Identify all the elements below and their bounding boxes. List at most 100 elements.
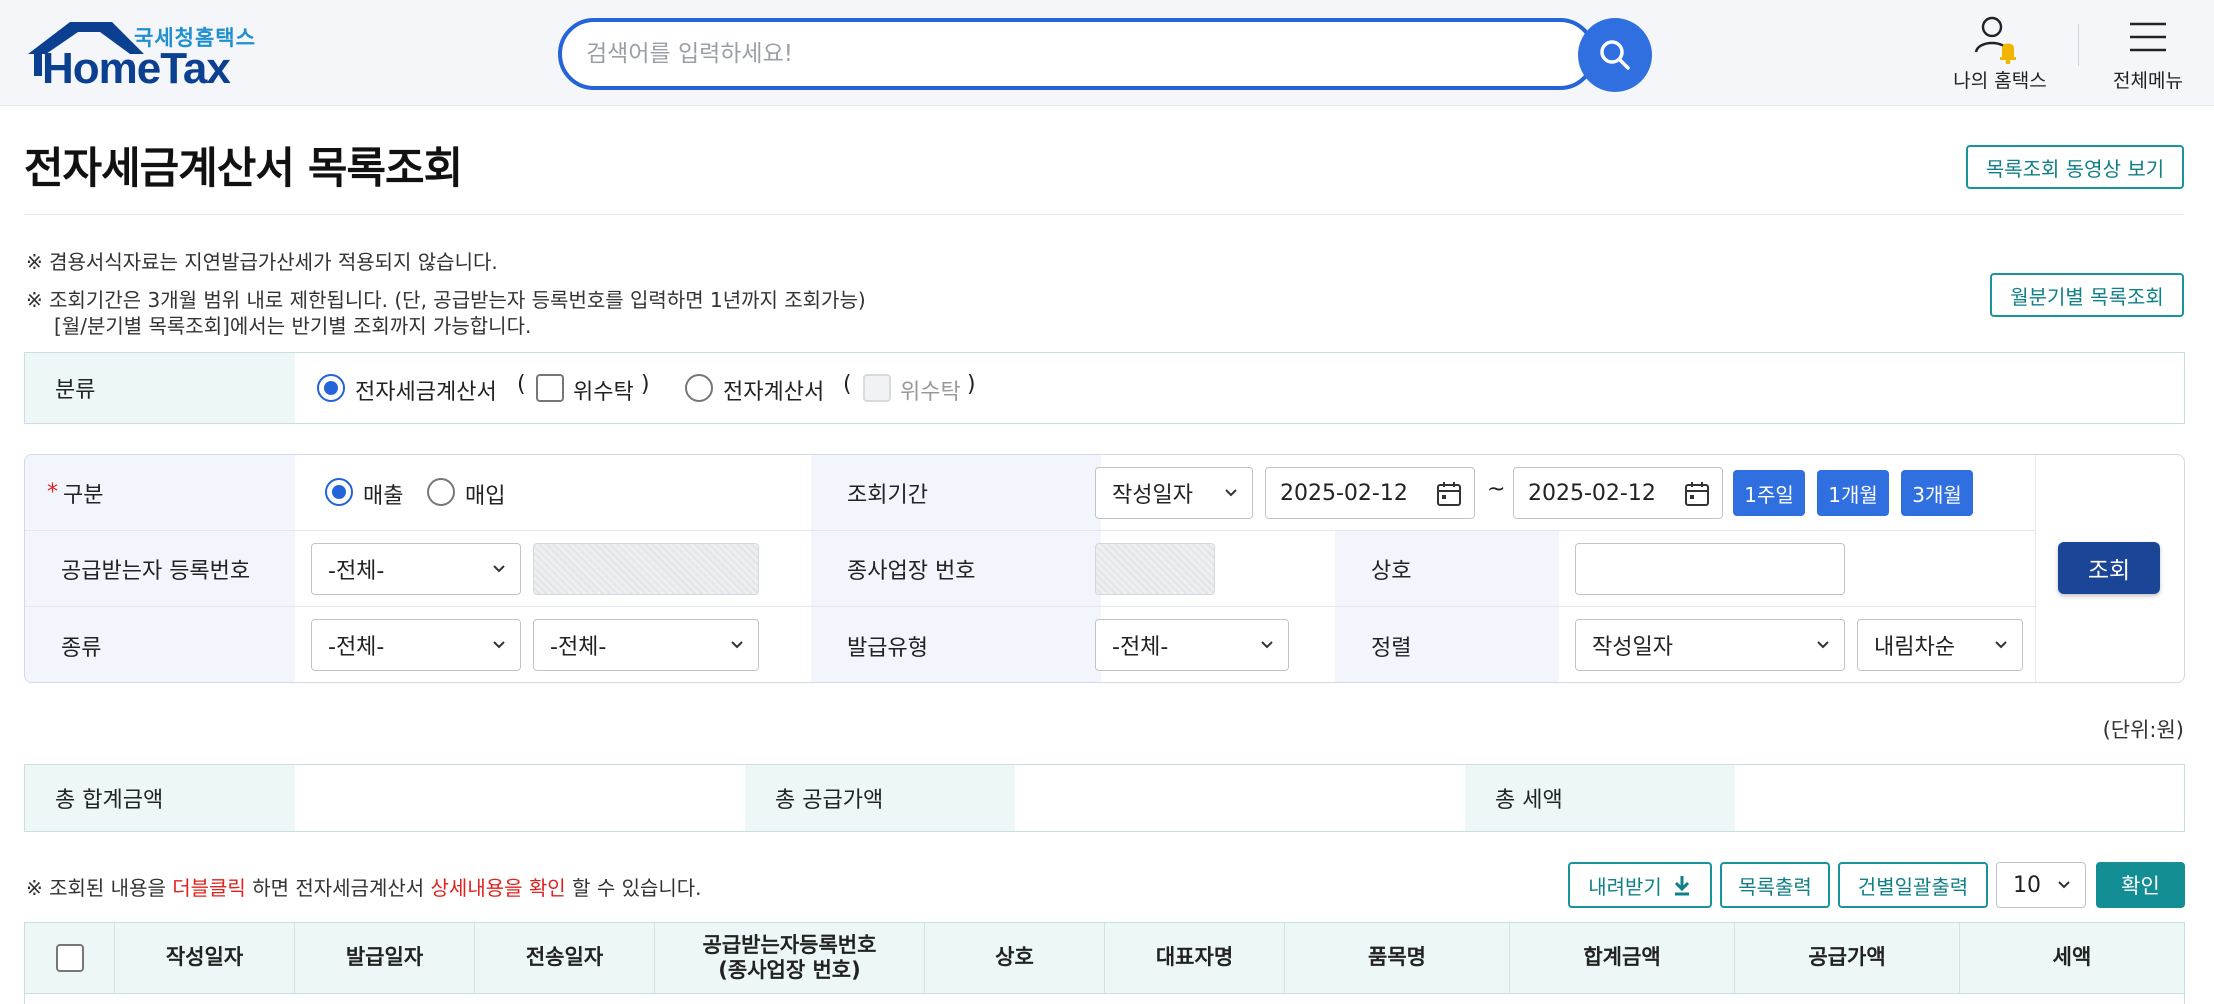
issue-type-select-value: -전체- [1112, 635, 1169, 660]
sort-by-select-value: 작성일자 [1592, 635, 1673, 660]
column-representative[interactable]: 대표자명 [1105, 923, 1285, 993]
print-each-button[interactable]: 건별일괄출력 [1838, 862, 1988, 908]
query-button[interactable]: 조회 [2058, 542, 2160, 594]
total-tax-label: 총 세액 [1465, 765, 1735, 831]
radio-e-invoice[interactable] [685, 374, 713, 402]
kind-select-2[interactable]: -전체- [533, 619, 759, 671]
date-from-field[interactable]: 2025-02-12 [1265, 467, 1475, 519]
paren-close-1: ) [641, 372, 650, 397]
select-all-checkbox[interactable] [55, 944, 84, 972]
download-icon [1674, 876, 1689, 896]
date-range-separator: ~ [1487, 477, 1506, 502]
notice-late-issue: ※ 겸용서식자료는 지연발급가산세가 적용되지 않습니다. [26, 250, 498, 274]
required-mark: * [47, 480, 58, 505]
radio-sales-label: 매출 [363, 484, 404, 509]
header-divider [2078, 24, 2079, 66]
column-supply-amount[interactable]: 공급가액 [1735, 923, 1960, 993]
radio-e-tax-invoice-label: 전자세금계산서 [355, 380, 497, 405]
total-tax-value [1735, 765, 2185, 831]
sort-label: 정렬 [1335, 607, 1559, 682]
column-issue-date[interactable]: 발급일자 [295, 923, 475, 993]
user-bell-icon [1974, 16, 2016, 64]
radio-e-tax-invoice[interactable] [317, 374, 345, 402]
hint-middle: 하면 전자세금계산서 [245, 876, 431, 900]
print-list-button[interactable]: 목록출력 [1720, 862, 1830, 908]
search-icon [1600, 40, 1630, 70]
grid-body-edge [2184, 994, 2185, 1004]
radio-purchase-label: 매입 [465, 484, 506, 509]
kind-select-2-value: -전체- [550, 635, 607, 660]
period-1month-button[interactable]: 1개월 [1817, 470, 1889, 516]
radio-sales[interactable] [325, 478, 353, 506]
period-basis-value: 작성일자 [1112, 483, 1193, 508]
hometax-logo[interactable]: 국세청홈택스 HomeTax [24, 18, 256, 93]
page-title: 전자세금계산서 목록조회 [24, 144, 463, 194]
kind-label: 종류 [25, 607, 295, 682]
column-company[interactable]: 상호 [925, 923, 1105, 993]
all-menu-label: 전체메뉴 [2113, 70, 2183, 92]
period-1week-button[interactable]: 1주일 [1733, 470, 1805, 516]
search-condition-panel: * 구분 매출 매입 조회기간 작성일자 2025-02-12 ~ 2025-0… [24, 454, 2185, 683]
sort-by-select[interactable]: 작성일자 [1575, 619, 1845, 671]
download-button[interactable]: 내려받기 [1568, 862, 1712, 908]
result-hint: ※ 조회된 내용을 더블클릭 하면 전자세금계산서 상세내용을 확인 할 수 있… [26, 872, 702, 901]
my-hometax-button[interactable]: 나의 홈택스 [1948, 14, 2052, 94]
notice-monthly: [월/분기별 목록조회]에서는 반기별 조회까지 가능합니다. [54, 314, 532, 338]
chevron-down-icon [731, 641, 743, 649]
page-size-value: 10 [2013, 872, 2041, 898]
buyer-reg-input-disabled [533, 543, 759, 595]
global-search-input[interactable] [586, 36, 1546, 72]
chevron-down-icon [1225, 489, 1237, 497]
unit-label: (단위:원) [2102, 718, 2184, 742]
column-divider [2035, 455, 2036, 682]
calendar-icon[interactable] [1436, 481, 1462, 507]
paren-open-2: ( [843, 372, 852, 397]
column-send-date[interactable]: 전송일자 [475, 923, 655, 993]
page-size-select[interactable]: 10 [1996, 862, 2086, 908]
radio-purchase[interactable] [427, 478, 455, 506]
hint-prefix: ※ 조회된 내용을 [26, 876, 173, 900]
global-search-box [558, 18, 1596, 90]
buyer-reg-select-value: -전체- [328, 559, 385, 584]
column-buyer-reg-line2: (종사업장 번호) [718, 958, 861, 982]
radio-e-invoice-label: 전자계산서 [723, 380, 825, 405]
my-hometax-label: 나의 홈택스 [1953, 70, 2047, 92]
branch-number-label: 종사업장 번호 [811, 531, 1101, 606]
period-3month-button[interactable]: 3개월 [1901, 470, 1973, 516]
date-from-value: 2025-02-12 [1280, 480, 1408, 506]
summary-section: 총 합계금액 총 공급가액 총 세액 [24, 764, 2185, 832]
period-label: 조회기간 [811, 455, 1101, 530]
confirm-button[interactable]: 확인 [2096, 862, 2185, 908]
select-all-column [25, 923, 115, 993]
column-total-amount[interactable]: 합계금액 [1510, 923, 1735, 993]
checkbox-consignment-invoice[interactable] [863, 374, 891, 402]
grid-body-edge [24, 994, 25, 1004]
kind-select-1[interactable]: -전체- [311, 619, 521, 671]
category-label: 분류 [25, 353, 295, 423]
global-search-button[interactable] [1578, 18, 1652, 92]
hamburger-menu-icon [2130, 22, 2166, 52]
issue-type-select[interactable]: -전체- [1095, 619, 1289, 671]
company-input[interactable] [1575, 543, 1845, 595]
period-basis-select[interactable]: 작성일자 [1095, 467, 1253, 519]
hint-detail: 상세내용을 확인 [430, 876, 566, 900]
column-buyer-reg-line1: 공급받는자등록번호 [702, 932, 877, 957]
video-guide-button[interactable]: 목록조회 동영상 보기 [1966, 145, 2184, 189]
top-header: 국세청홈택스 HomeTax 나의 홈택스 전체메뉴 [0, 0, 2214, 106]
date-to-field[interactable]: 2025-02-12 [1513, 467, 1723, 519]
column-write-date[interactable]: 작성일자 [115, 923, 295, 993]
column-item-name[interactable]: 품목명 [1285, 923, 1510, 993]
sort-order-select[interactable]: 내림차순 [1857, 619, 2023, 671]
checkbox-consignment-tax-label: 위수탁 [573, 380, 634, 405]
buyer-reg-select[interactable]: -전체- [311, 543, 521, 595]
column-tax-amount[interactable]: 세액 [1960, 923, 2184, 993]
column-buyer-reg[interactable]: 공급받는자등록번호 (종사업장 번호) [655, 923, 925, 993]
checkbox-consignment-tax[interactable] [536, 374, 564, 402]
total-amount-value [295, 765, 745, 831]
calendar-icon[interactable] [1684, 481, 1710, 507]
all-menu-button[interactable]: 전체메뉴 [2108, 14, 2188, 94]
monthly-list-button[interactable]: 월분기별 목록조회 [1990, 273, 2184, 317]
type-label: 구분 [63, 482, 104, 508]
total-supply-label: 총 공급가액 [745, 765, 1015, 831]
total-amount-label: 총 합계금액 [25, 765, 295, 831]
